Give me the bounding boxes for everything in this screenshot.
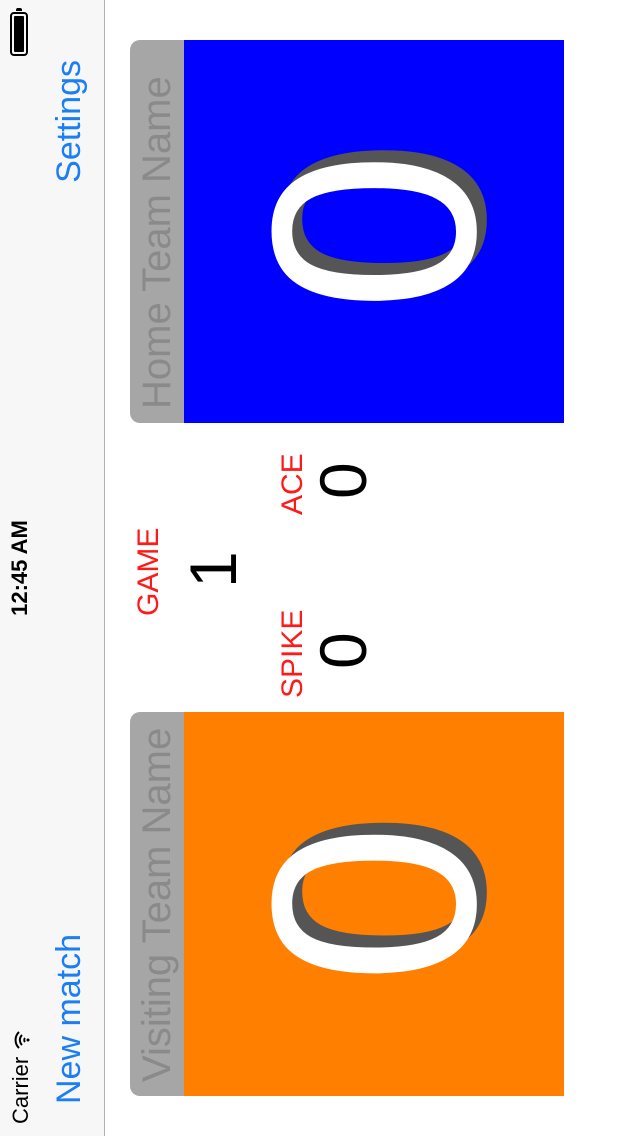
status-bar: Carrier 12:45 AM bbox=[0, 0, 40, 1136]
battery-icon bbox=[10, 12, 28, 56]
visiting-team-name-field[interactable]: Visiting Team Name bbox=[130, 712, 184, 1096]
spike-value[interactable]: 0 bbox=[306, 632, 380, 669]
status-time: 12:45 AM bbox=[7, 520, 32, 616]
settings-button[interactable]: Settings bbox=[50, 60, 89, 183]
navigation-bar: New match Settings bbox=[40, 0, 105, 1136]
home-team-name-field[interactable]: Home Team Name bbox=[130, 40, 184, 423]
scoreboard-screen: Carrier 12:45 AM New match Settings Visi… bbox=[0, 0, 640, 1136]
ace-value[interactable]: 0 bbox=[306, 462, 380, 499]
spike-label: SPIKE bbox=[276, 609, 309, 698]
visiting-score-value: 0 bbox=[212, 823, 536, 985]
visiting-score-button[interactable]: 0 bbox=[184, 712, 564, 1096]
ace-label: ACE bbox=[276, 453, 309, 515]
game-label: GAME bbox=[132, 527, 165, 616]
new-match-button[interactable]: New match bbox=[50, 934, 89, 1104]
home-score-value: 0 bbox=[212, 150, 536, 313]
game-value[interactable]: 1 bbox=[176, 551, 250, 588]
home-score-button[interactable]: 0 bbox=[184, 40, 564, 423]
